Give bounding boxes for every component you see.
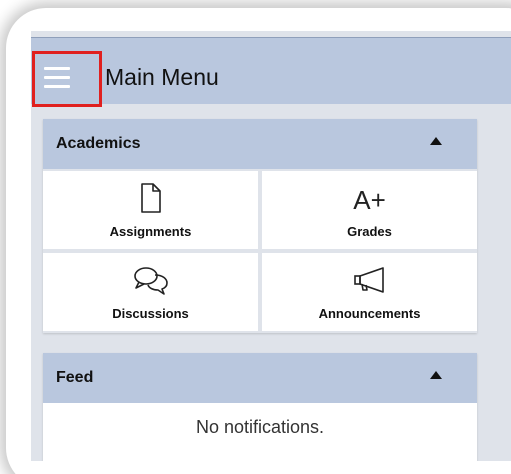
app-screen: Main Menu Academics Assignments A+ Grade… bbox=[31, 31, 511, 461]
announcements-tile[interactable]: Announcements bbox=[262, 253, 477, 331]
academics-header[interactable]: Academics bbox=[43, 119, 477, 169]
feed-empty-message: No notifications. bbox=[195, 417, 325, 437]
grade-a-plus-icon: A+ bbox=[353, 185, 386, 215]
discussions-tile[interactable]: Discussions bbox=[43, 253, 258, 331]
grades-tile[interactable]: A+ Grades bbox=[262, 171, 477, 249]
announcements-label: Announcements bbox=[318, 306, 421, 321]
grades-label: Grades bbox=[347, 224, 392, 239]
device-frame: Main Menu Academics Assignments A+ Grade… bbox=[0, 0, 511, 474]
feed-card: Feed No notifications. bbox=[43, 353, 477, 461]
feed-body: No notifications. bbox=[43, 403, 477, 461]
caret-up-icon[interactable] bbox=[430, 371, 442, 379]
feed-header[interactable]: Feed bbox=[43, 353, 477, 403]
academics-header-label: Academics bbox=[56, 135, 141, 152]
caret-up-icon[interactable] bbox=[430, 137, 442, 145]
academics-card: Academics Assignments A+ Grades Discussi… bbox=[43, 119, 477, 333]
document-icon bbox=[140, 183, 161, 213]
app-bar: Main Menu bbox=[31, 37, 511, 107]
assignments-tile[interactable]: Assignments bbox=[43, 171, 258, 249]
chat-bubbles-icon bbox=[133, 267, 168, 295]
discussions-label: Discussions bbox=[112, 306, 189, 321]
academics-grid: Assignments A+ Grades Discussions Announ… bbox=[43, 169, 477, 333]
page-title: Main Menu bbox=[105, 64, 219, 90]
feed-header-label: Feed bbox=[56, 369, 94, 386]
megaphone-icon bbox=[353, 267, 384, 293]
assignments-label: Assignments bbox=[109, 224, 192, 239]
menu-button[interactable] bbox=[32, 51, 102, 107]
